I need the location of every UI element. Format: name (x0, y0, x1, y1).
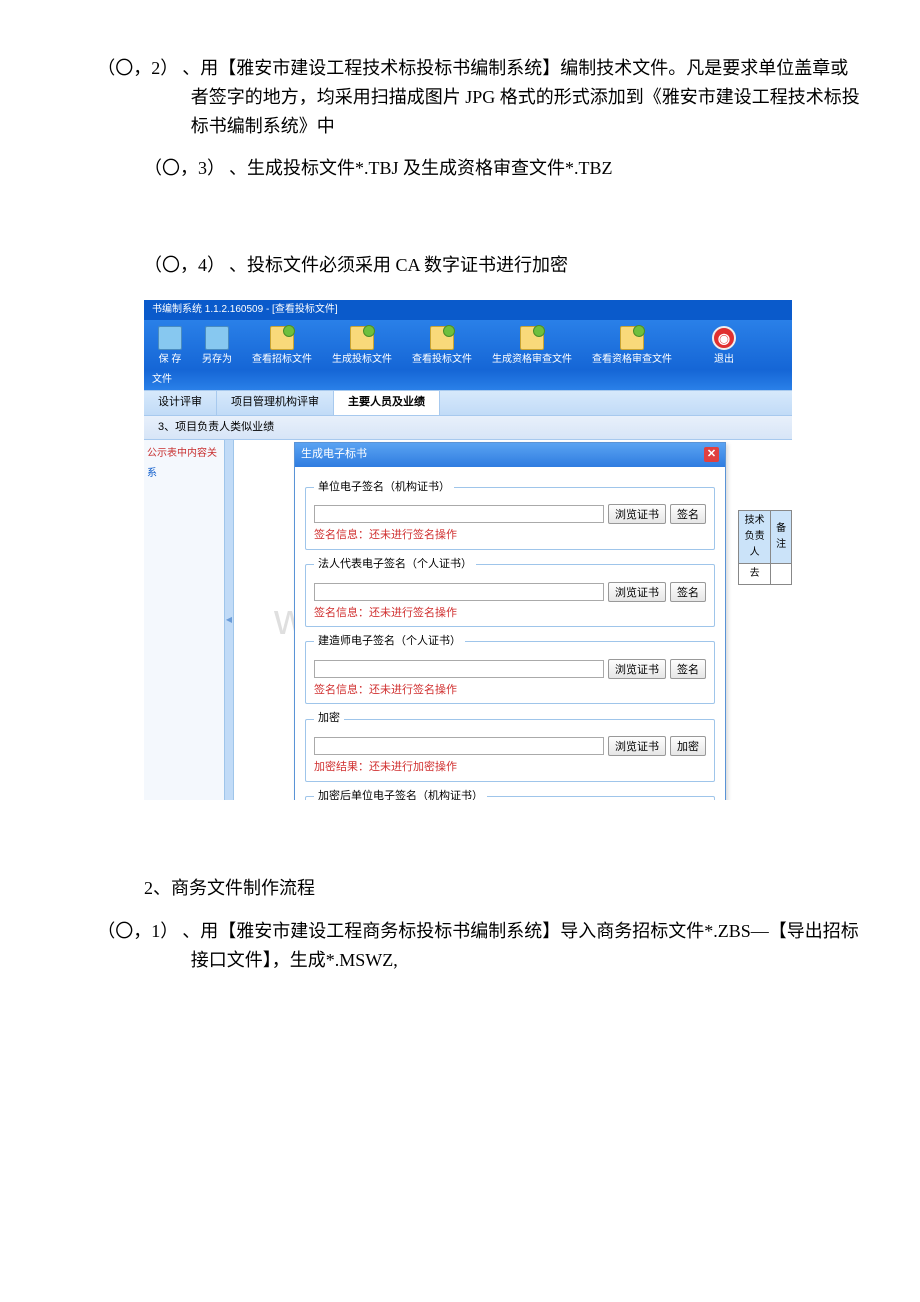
marker-o2: （〇，2） (144, 54, 178, 83)
close-icon[interactable]: ✕ (704, 447, 719, 462)
cell-empty (771, 564, 792, 585)
sidebar-item-xi[interactable]: 系 (147, 464, 221, 484)
legend-post-encrypt-sign: 加密后单位电子签名（机构证书） (314, 788, 487, 801)
text-o1b: 、用【雅安市建设工程商务标投标书编制系统】导入商务招标文件*.ZBS—【导出招标… (182, 921, 859, 970)
encrypt-button[interactable]: 加密 (670, 736, 706, 756)
unit-cert-input[interactable] (314, 505, 604, 523)
paragraph-o3: （〇，3）、生成投标文件*.TBJ 及生成资格审查文件*.TBZ (144, 154, 860, 183)
embedded-screenshot: 书编制系统 1.1.2.160509 - [查看投标文件] 保 存 另存为 查看… (144, 300, 792, 800)
main-toolbar: 保 存 另存为 查看招标文件 生成投标文件 查看投标文件 生成资格审查文件 查看… (144, 320, 792, 370)
sign-button-2[interactable]: 签名 (670, 582, 706, 602)
save-icon (158, 326, 182, 350)
legend-builder-sign: 建造师电子签名（个人证书） (314, 633, 465, 651)
file-menu-label[interactable]: 文件 (144, 370, 792, 390)
dialog-title: 生成电子标书 (301, 446, 367, 464)
generate-icon (350, 326, 374, 350)
exit-label: 退出 (714, 352, 734, 368)
builder-cert-input[interactable] (314, 660, 604, 678)
browse-cert-button-2[interactable]: 浏览证书 (608, 582, 666, 602)
save-as-button[interactable]: 另存为 (192, 326, 242, 368)
view-zige-label: 查看资格审查文件 (592, 352, 672, 368)
group-builder-sign: 建造师电子签名（个人证书） 浏览证书 签名 签名信息：还未进行签名操作 (305, 633, 715, 704)
browse-cert-button-4[interactable]: 浏览证书 (608, 736, 666, 756)
view-toubiao-label: 查看投标文件 (412, 352, 472, 368)
paragraph-o2: （〇，2）、用【雅安市建设工程技术标投标书编制系统】编制技术文件。凡是要求单位盖… (144, 54, 860, 140)
legend-legal-sign: 法人代表电子签名（个人证书） (314, 556, 476, 574)
window-title-bar: 书编制系统 1.1.2.160509 - [查看投标文件] (144, 300, 792, 320)
save-as-label: 另存为 (202, 352, 232, 368)
encrypt-info: 加密结果：还未进行加密操作 (314, 759, 706, 777)
view-toubiao-button[interactable]: 查看投标文件 (402, 326, 482, 368)
legal-sign-info: 签名信息：还未进行签名操作 (314, 605, 706, 623)
generate-qualify-icon (520, 326, 544, 350)
sidebar-collapse-handle[interactable]: ◀ (224, 440, 234, 800)
dialog-title-bar: 生成电子标书 ✕ (295, 443, 725, 467)
group-legal-sign: 法人代表电子签名（个人证书） 浏览证书 签名 签名信息：还未进行签名操作 (305, 556, 715, 627)
tab-bar: 设计评审 项目管理机构评审 主要人员及业绩 (144, 390, 792, 416)
legal-cert-input[interactable] (314, 583, 604, 601)
folder-icon (270, 326, 294, 350)
dialog-body: 单位电子签名（机构证书） 浏览证书 签名 签名信息：还未进行签名操作 法人代表电… (295, 467, 725, 800)
sign-button-3[interactable]: 签名 (670, 659, 706, 679)
marker-o4: （〇，4） (144, 251, 225, 280)
view-icon (430, 326, 454, 350)
encrypt-cert-input[interactable] (314, 737, 604, 755)
cell-qu: 去 (739, 564, 771, 585)
cell-tech-leader: 技术负责人 (739, 511, 771, 564)
legend-unit-sign: 单位电子签名（机构证书） (314, 479, 454, 497)
heading-business-flow: 2、商务文件制作流程 (144, 874, 860, 903)
group-encrypt: 加密 浏览证书 加密 加密结果：还未进行加密操作 (305, 710, 715, 781)
right-table-fragment: 技术负责人 备注 去 (738, 510, 792, 585)
generate-ebid-dialog: 生成电子标书 ✕ 单位电子签名（机构证书） 浏览证书 签名 签名信息：还未进行签… (294, 442, 726, 800)
gen-toubiao-button[interactable]: 生成投标文件 (322, 326, 402, 368)
browse-cert-button[interactable]: 浏览证书 (608, 504, 666, 524)
gen-zige-button[interactable]: 生成资格审查文件 (482, 326, 582, 368)
tab-main-personnel[interactable]: 主要人员及业绩 (334, 391, 440, 415)
paragraph-o1-business: （〇，1）、用【雅安市建设工程商务标投标书编制系统】导入商务招标文件*.ZBS—… (144, 917, 860, 975)
main-panel: www.bdocx.com 技术负责人 备注 去 生成电子标书 (234, 440, 792, 800)
group-post-encrypt-sign: 加密后单位电子签名（机构证书） 浏览证书 签名 签名信息：还未进行加密操作 (305, 788, 715, 801)
text-o4: 、投标文件必须采用 CA 数字证书进行加密 (229, 255, 568, 275)
save-label: 保 存 (159, 352, 182, 368)
tab-design-review[interactable]: 设计评审 (144, 391, 217, 415)
view-zhaobiao-label: 查看招标文件 (252, 352, 312, 368)
unit-sign-info: 签名信息：还未进行签名操作 (314, 527, 706, 545)
exit-icon: ◉ (712, 326, 736, 350)
view-zhaobiao-button[interactable]: 查看招标文件 (242, 326, 322, 368)
legend-encrypt: 加密 (314, 710, 344, 728)
subtab-leader-performance[interactable]: 3、项目负责人类似业绩 (144, 416, 792, 441)
exit-button[interactable]: ◉ 退出 (702, 326, 746, 368)
paragraph-o4: （〇，4）、投标文件必须采用 CA 数字证书进行加密 (144, 251, 860, 280)
builder-sign-info: 签名信息：还未进行签名操作 (314, 682, 706, 700)
sign-button[interactable]: 签名 (670, 504, 706, 524)
tab-org-review[interactable]: 项目管理机构评审 (217, 391, 334, 415)
view-zige-button[interactable]: 查看资格审查文件 (582, 326, 682, 368)
marker-o1b: （〇，1） (144, 917, 178, 946)
sidebar-item-publicity[interactable]: 公示表中内容关 (147, 444, 221, 464)
group-unit-sign: 单位电子签名（机构证书） 浏览证书 签名 签名信息：还未进行签名操作 (305, 479, 715, 550)
text-o3: 、生成投标文件*.TBJ 及生成资格审查文件*.TBZ (229, 158, 613, 178)
browse-cert-button-3[interactable]: 浏览证书 (608, 659, 666, 679)
window-title: 书编制系统 1.1.2.160509 - [查看投标文件] (152, 304, 338, 315)
gen-zige-label: 生成资格审查文件 (492, 352, 572, 368)
save-button[interactable]: 保 存 (148, 326, 192, 368)
content-area: 公示表中内容关 系 ◀ www.bdocx.com 技术负责人 备注 去 (144, 440, 792, 800)
view-qualify-icon (620, 326, 644, 350)
marker-o3: （〇，3） (144, 154, 225, 183)
gen-toubiao-label: 生成投标文件 (332, 352, 392, 368)
side-panel: 公示表中内容关 系 (144, 440, 224, 800)
cell-remark: 备注 (771, 511, 792, 564)
text-o2: 、用【雅安市建设工程技术标投标书编制系统】编制技术文件。凡是要求单位盖章或者签字… (182, 58, 860, 136)
save-as-icon (205, 326, 229, 350)
